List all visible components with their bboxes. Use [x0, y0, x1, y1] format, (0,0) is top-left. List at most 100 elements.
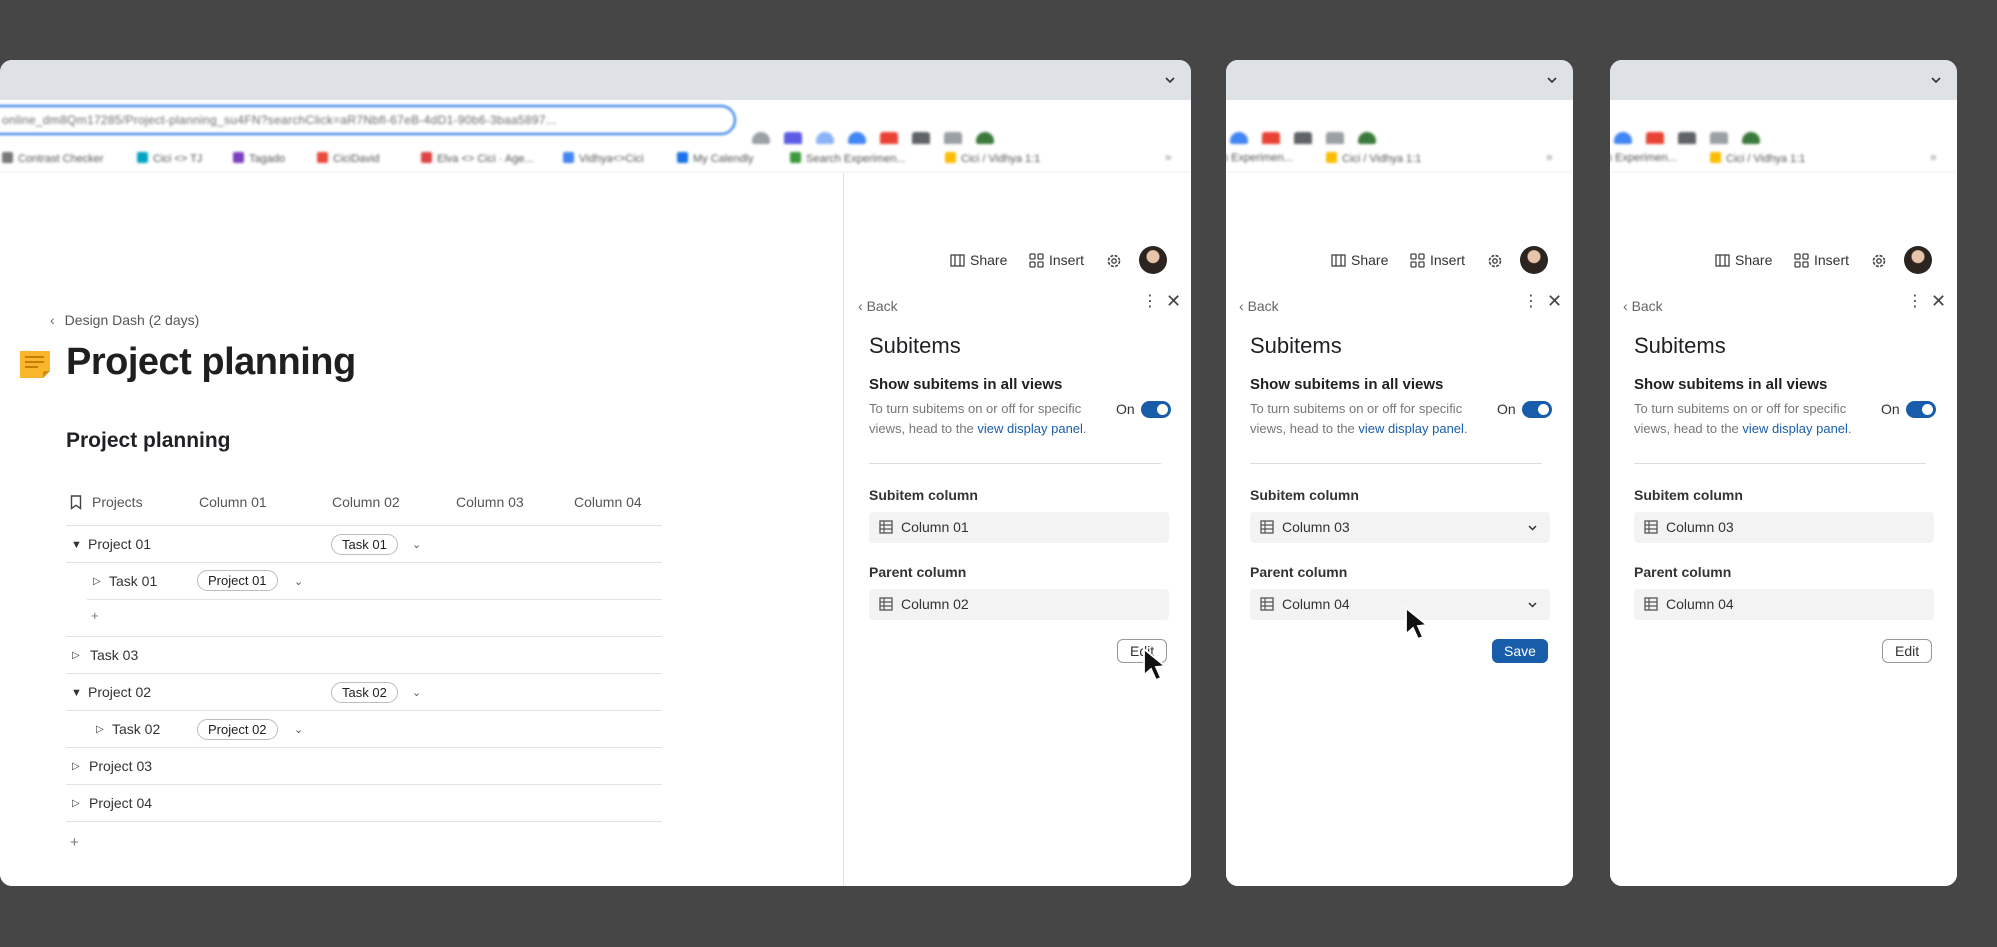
subitems-panel: Share Insert ‹ Back ⋮ ✕ Subitems Show su…: [1610, 173, 1957, 886]
bookmark-item[interactable]: Cici / Vidhya 1:1: [1326, 152, 1421, 165]
share-button[interactable]: Share: [1715, 252, 1772, 268]
chevron-down-icon[interactable]: [1527, 599, 1538, 610]
tab-strip: [1226, 60, 1573, 100]
show-subitems-label: Show subitems in all views: [1634, 376, 1828, 393]
insert-button[interactable]: Insert: [1794, 252, 1849, 268]
caret-right-icon[interactable]: ▷: [93, 576, 101, 587]
share-icon: [950, 254, 965, 267]
relation-chip[interactable]: Project 01: [197, 570, 278, 591]
chevron-down-icon[interactable]: [1163, 73, 1177, 87]
bookmark-item[interactable]: Vidhya<>Cici: [563, 152, 644, 165]
row-label: Project 01: [88, 536, 152, 552]
bookmark-item[interactable]: Contrast Checker: [2, 152, 104, 165]
caret-right-icon[interactable]: ▷: [72, 798, 80, 809]
row-label: Task 01: [109, 573, 158, 589]
bookmark-icon: [70, 495, 82, 510]
page-title: Project planning: [66, 341, 356, 383]
caret-down-icon[interactable]: ▼: [71, 539, 82, 551]
add-row-button[interactable]: +: [70, 834, 79, 851]
column-header-projects[interactable]: Projects: [92, 494, 143, 510]
row-label: Project 02: [88, 684, 152, 700]
bookmark-item[interactable]: h Experimen...: [1226, 152, 1293, 164]
toggle-state-label: On: [1116, 401, 1135, 417]
view-display-panel-link[interactable]: view display panel: [977, 421, 1083, 436]
table-icon: [1644, 597, 1658, 611]
share-button[interactable]: Share: [1331, 252, 1388, 268]
bookmark-item[interactable]: h Experimen...: [1610, 152, 1677, 164]
insert-button[interactable]: Insert: [1029, 252, 1084, 268]
panel-title: Subitems: [1250, 333, 1342, 358]
chevron-down-icon[interactable]: ⌄: [412, 538, 421, 551]
bookmark-item[interactable]: My Calendly: [677, 152, 754, 165]
subitems-panel: Share Insert ‹ Back ⋮ ✕ Subitems Show su…: [1226, 173, 1573, 886]
back-button[interactable]: ‹ Back: [1623, 298, 1663, 314]
caret-right-icon[interactable]: ▷: [72, 761, 80, 772]
avatar[interactable]: [1520, 246, 1548, 274]
back-button[interactable]: ‹ Back: [858, 298, 898, 314]
insert-icon: [1029, 253, 1044, 268]
close-icon[interactable]: ✕: [1166, 292, 1181, 310]
panel-title: Subitems: [869, 333, 961, 358]
close-icon[interactable]: ✕: [1931, 292, 1946, 310]
table-icon: [1260, 597, 1274, 611]
caret-down-icon[interactable]: ▼: [71, 687, 82, 699]
bookmarks-more[interactable]: »: [1546, 150, 1553, 164]
chevron-down-icon[interactable]: ⌄: [294, 575, 303, 588]
kebab-icon[interactable]: ⋮: [1907, 294, 1923, 310]
subitem-column-select[interactable]: Column 03: [1250, 512, 1550, 543]
column-header-03[interactable]: Column 03: [456, 494, 524, 510]
avatar[interactable]: [1139, 246, 1167, 274]
url-text: online_dm8Qm17285/Project-planning_su4FN…: [2, 113, 557, 127]
bookmark-item[interactable]: Elva <> Cici · Age...: [421, 152, 534, 165]
address-bar[interactable]: online_dm8Qm17285/Project-planning_su4FN…: [0, 105, 736, 135]
chevron-down-icon[interactable]: [1527, 522, 1538, 533]
breadcrumb[interactable]: ‹ Design Dash (2 days): [50, 312, 199, 328]
chevron-down-icon[interactable]: ⌄: [412, 686, 421, 699]
bookmark-item[interactable]: Tagado: [233, 152, 285, 165]
relation-chip[interactable]: Task 01: [331, 534, 398, 555]
browser-window-3: h Experimen... Cici / Vidhya 1:1 » Share…: [1610, 60, 1957, 886]
gear-icon[interactable]: [1870, 252, 1888, 270]
show-subitems-toggle[interactable]: [1522, 401, 1552, 418]
kebab-icon[interactable]: ⋮: [1142, 294, 1158, 310]
parent-column-select[interactable]: Column 04: [1250, 589, 1550, 620]
caret-right-icon[interactable]: ▷: [72, 650, 80, 661]
edit-button[interactable]: Edit: [1882, 639, 1933, 663]
column-header-02[interactable]: Column 02: [332, 494, 400, 510]
share-button[interactable]: Share: [950, 252, 1007, 268]
insert-button[interactable]: Insert: [1410, 252, 1465, 268]
column-header-01[interactable]: Column 01: [199, 494, 267, 510]
save-button[interactable]: Save: [1492, 639, 1548, 663]
show-subitems-toggle[interactable]: [1906, 401, 1936, 418]
caret-right-icon[interactable]: ▷: [96, 724, 104, 735]
avatar[interactable]: [1904, 246, 1932, 274]
bookmark-item[interactable]: Cici / Vidhya 1:1: [945, 152, 1040, 165]
bookmark-item[interactable]: Cici <> TJ: [137, 152, 202, 165]
view-display-panel-link[interactable]: view display panel: [1358, 421, 1464, 436]
kebab-icon[interactable]: ⋮: [1523, 294, 1539, 310]
table-icon: [1260, 520, 1274, 534]
tab-strip: [1610, 60, 1957, 100]
bookmark-item[interactable]: Search Experimen...: [790, 152, 906, 165]
gear-icon[interactable]: [1105, 252, 1123, 270]
add-subitem-button[interactable]: +: [91, 608, 99, 623]
bookmark-item[interactable]: Cici / Vidhya 1:1: [1710, 152, 1805, 165]
bookmarks-more[interactable]: »: [1930, 150, 1937, 164]
browser-window-1: online_dm8Qm17285/Project-planning_su4FN…: [0, 60, 1191, 886]
chevron-down-icon[interactable]: [1929, 73, 1943, 87]
gear-icon[interactable]: [1486, 252, 1504, 270]
column-header-04[interactable]: Column 04: [574, 494, 642, 510]
chevron-down-icon[interactable]: [1545, 73, 1559, 87]
bookmarks-more[interactable]: »: [1165, 150, 1172, 164]
close-icon[interactable]: ✕: [1547, 292, 1562, 310]
view-display-panel-link[interactable]: view display panel: [1742, 421, 1848, 436]
back-button[interactable]: ‹ Back: [1239, 298, 1279, 314]
row-label: Project 04: [89, 795, 153, 811]
bookmark-item[interactable]: CiciDavid: [317, 152, 379, 165]
chevron-down-icon[interactable]: ⌄: [294, 723, 303, 736]
show-subitems-toggle[interactable]: [1141, 401, 1171, 418]
subitem-column-label: Subitem column: [1634, 487, 1743, 503]
relation-chip[interactable]: Project 02: [197, 719, 278, 740]
relation-chip[interactable]: Task 02: [331, 682, 398, 703]
insert-icon: [1794, 253, 1809, 268]
